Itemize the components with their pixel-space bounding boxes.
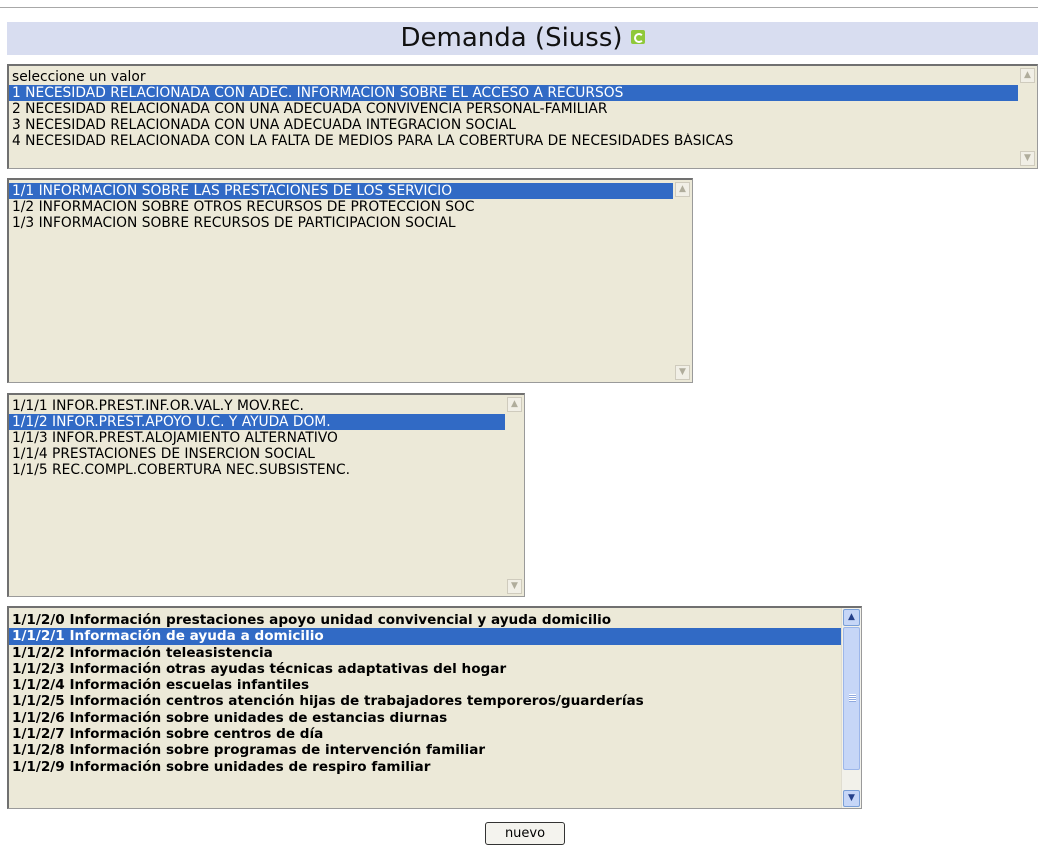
refresh-icon[interactable]: [630, 29, 645, 44]
list-option[interactable]: 1/1/2/7 Información sobre centros de día: [9, 726, 861, 742]
grip-icon: [849, 694, 856, 702]
list-option[interactable]: 1/3 INFORMACION SOBRE RECURSOS DE PARTIC…: [9, 215, 692, 231]
scroll-down-arrow-icon[interactable]: ▼: [675, 365, 690, 380]
list-option[interactable]: 1/1/2/1 Información de ayuda a domicilio: [9, 628, 861, 645]
top-divider: [0, 7, 1038, 8]
list-option[interactable]: 1/1/2/0 Información prestaciones apoyo u…: [9, 612, 861, 628]
list-option[interactable]: 1/1/2/9 Información sobre unidades de re…: [9, 759, 861, 775]
list-option[interactable]: 1/2 INFORMACION SOBRE OTROS RECURSOS DE …: [9, 199, 692, 215]
demanda-detalle-listbox[interactable]: 1/1/2/0 Información prestaciones apoyo u…: [7, 606, 862, 809]
list-option[interactable]: 1/1/2/6 Información sobre unidades de es…: [9, 710, 861, 726]
list-option[interactable]: 3 NECESIDAD RELACIONADA CON UNA ADECUADA…: [9, 117, 1037, 133]
demanda-detalle-scrollbar[interactable]: ▲ ▼: [841, 608, 861, 808]
list-option[interactable]: 2 NECESIDAD RELACIONADA CON UNA ADECUADA…: [9, 101, 1037, 117]
list-option[interactable]: 1/1/4 PRESTACIONES DE INSERCION SOCIAL: [9, 446, 524, 462]
scroll-up-arrow-icon[interactable]: ▲: [675, 182, 690, 197]
scroll-down-arrow-icon[interactable]: ▼: [1020, 151, 1035, 166]
nuevo-button[interactable]: nuevo: [485, 822, 565, 845]
list-option[interactable]: 1/1/2/8 Información sobre programas de i…: [9, 742, 861, 758]
list-option[interactable]: 1/1/3 INFOR.PREST.ALOJAMIENTO ALTERNATIV…: [9, 430, 524, 446]
list-option[interactable]: 4 NECESIDAD RELACIONADA CON LA FALTA DE …: [9, 133, 1037, 149]
scroll-up-arrow-icon[interactable]: ▲: [1020, 68, 1035, 83]
necesidad-listbox[interactable]: seleccione un valor 1 NECESIDAD RELACIONA…: [7, 64, 1038, 169]
prestacion-scrollbar[interactable]: ▲ ▼: [505, 395, 524, 596]
list-option[interactable]: 1/1/5 REC.COMPL.COBERTURA NEC.SUBSISTENC…: [9, 462, 524, 478]
list-option[interactable]: 1/1/2/3 Información otras ayudas técnica…: [9, 661, 861, 677]
list-option[interactable]: 1/1/2/4 Información escuelas infantiles: [9, 677, 861, 693]
scroll-down-arrow-icon[interactable]: ▼: [507, 579, 522, 594]
page-title-bar: Demanda (Siuss): [7, 22, 1038, 55]
list-option[interactable]: 1/1/2 INFOR.PREST.APOYO U.C. Y AYUDA DOM…: [9, 414, 524, 430]
list-option[interactable]: 1/1/1 INFOR.PREST.INF.OR.VAL.Y MOV.REC.: [9, 398, 524, 414]
page-title: Demanda (Siuss): [400, 23, 623, 53]
scroll-down-arrow-icon[interactable]: ▼: [843, 790, 860, 807]
subnecesidad-listbox[interactable]: 1/1 INFORMACION SOBRE LAS PRESTACIONES D…: [7, 178, 693, 383]
list-option[interactable]: 1 NECESIDAD RELACIONADA CON ADEC. INFORM…: [9, 85, 1037, 101]
list-option[interactable]: 1/1 INFORMACION SOBRE LAS PRESTACIONES D…: [9, 183, 692, 199]
list-option[interactable]: seleccione un valor: [9, 69, 1037, 85]
subnecesidad-scrollbar[interactable]: ▲ ▼: [673, 180, 692, 382]
necesidad-scrollbar[interactable]: ▲ ▼: [1018, 66, 1037, 168]
necesidad-options: seleccione un valor 1 NECESIDAD RELACIONA…: [9, 66, 1037, 149]
subnecesidad-options: 1/1 INFORMACION SOBRE LAS PRESTACIONES D…: [9, 180, 692, 231]
list-option[interactable]: 1/1/2/2 Información teleasistencia: [9, 645, 861, 661]
prestacion-listbox[interactable]: 1/1/1 INFOR.PREST.INF.OR.VAL.Y MOV.REC. 1…: [7, 393, 525, 597]
demanda-detalle-options: 1/1/2/0 Información prestaciones apoyo u…: [9, 608, 861, 775]
scroll-up-arrow-icon[interactable]: ▲: [507, 397, 522, 412]
scrollbar-thumb[interactable]: [843, 627, 860, 770]
prestacion-options: 1/1/1 INFOR.PREST.INF.OR.VAL.Y MOV.REC. 1…: [9, 395, 524, 478]
list-option[interactable]: 1/1/2/5 Información centros atención hij…: [9, 693, 861, 709]
scroll-up-arrow-icon[interactable]: ▲: [843, 609, 860, 626]
